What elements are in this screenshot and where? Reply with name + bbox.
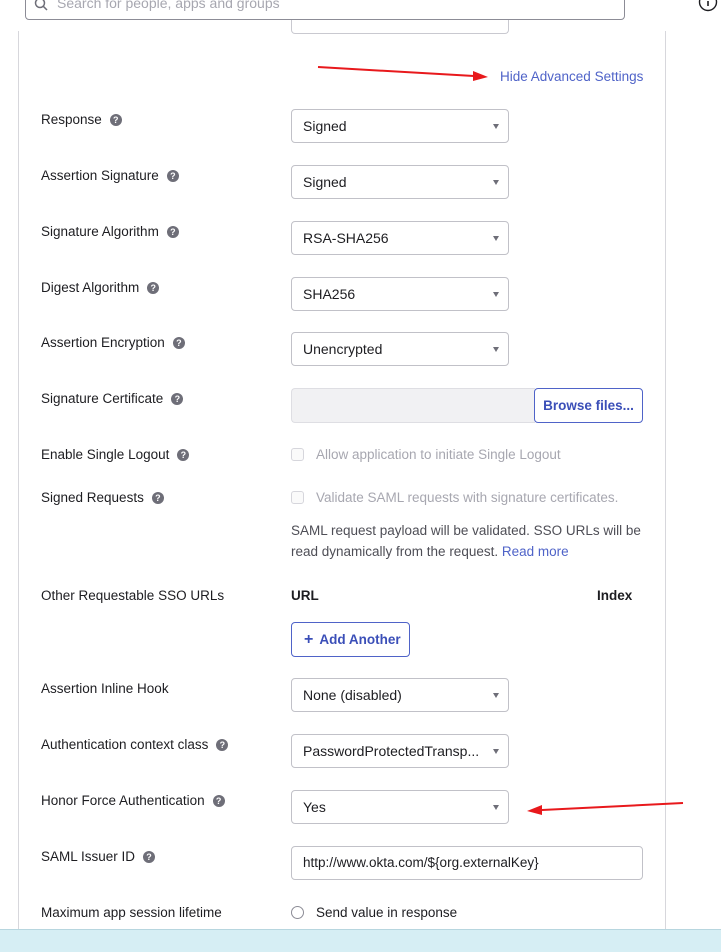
single-logout-label: Enable Single Logout? — [41, 447, 190, 462]
add-another-button[interactable]: + Add Another — [291, 622, 410, 657]
signed-requests-checkbox-label: Validate SAML requests with signature ce… — [316, 490, 619, 505]
question-icon[interactable]: ? — [147, 282, 160, 294]
help-circle-icon[interactable] — [698, 0, 718, 12]
chevron-down-icon — [493, 236, 499, 241]
index-column-header: Index — [597, 588, 633, 603]
honor-force-auth-select[interactable]: Yes — [291, 790, 509, 824]
signed-requests-help: SAML request payload will be validated. … — [291, 523, 641, 559]
search-placeholder: Search for people, apps and groups — [57, 0, 280, 11]
response-select[interactable]: Signed — [291, 109, 509, 143]
plus-icon: + — [304, 631, 314, 648]
saml-issuer-id-label: SAML Issuer ID? — [41, 849, 156, 864]
question-icon[interactable]: ? — [151, 492, 164, 504]
chevron-down-icon — [493, 180, 499, 185]
max-session-lifetime-label: Maximum app session lifetime — [41, 905, 222, 920]
chevron-down-icon — [493, 347, 499, 352]
response-label: Response? — [41, 112, 122, 127]
question-icon[interactable]: ? — [166, 226, 179, 238]
question-icon[interactable]: ? — [212, 795, 225, 807]
digest-algorithm-select[interactable]: SHA256 — [291, 277, 509, 311]
read-more-link[interactable]: Read more — [502, 544, 569, 559]
browse-files-button[interactable]: Browse files... — [534, 388, 643, 423]
question-icon[interactable]: ? — [172, 337, 185, 349]
search-icon — [34, 0, 48, 11]
signed-requests-checkbox[interactable] — [291, 491, 304, 504]
bottom-bar — [0, 929, 721, 952]
chevron-down-icon — [493, 749, 499, 754]
url-column-header: URL — [291, 588, 319, 603]
question-icon[interactable]: ? — [171, 393, 184, 405]
single-logout-checkbox[interactable] — [291, 448, 304, 461]
search-input[interactable]: Search for people, apps and groups — [25, 0, 625, 20]
signed-requests-label: Signed Requests? — [41, 490, 164, 505]
send-value-checkbox[interactable] — [291, 906, 304, 919]
signature-certificate-label: Signature Certificate? — [41, 391, 184, 406]
assertion-signature-select[interactable]: Signed — [291, 165, 509, 199]
assertion-inline-hook-label: Assertion Inline Hook — [41, 681, 169, 696]
certificate-file-field[interactable] — [291, 388, 535, 423]
assertion-encryption-select[interactable]: Unencrypted — [291, 332, 509, 366]
signature-algorithm-select[interactable]: RSA-SHA256 — [291, 221, 509, 255]
saml-issuer-id-input[interactable]: http://www.okta.com/${org.externalKey} — [291, 846, 643, 880]
digest-algorithm-label: Digest Algorithm? — [41, 280, 160, 295]
chevron-down-icon — [493, 805, 499, 810]
other-sso-urls-label: Other Requestable SSO URLs — [41, 588, 225, 603]
auth-context-class-select[interactable]: PasswordProtectedTransp... — [291, 734, 509, 768]
chevron-down-icon — [493, 693, 499, 698]
question-icon[interactable]: ? — [216, 739, 229, 751]
question-icon[interactable]: ? — [143, 851, 156, 863]
send-value-checkbox-label: Send value in response — [316, 905, 458, 920]
assertion-encryption-label: Assertion Encryption? — [41, 335, 185, 350]
honor-force-auth-label: Honor Force Authentication? — [41, 793, 225, 808]
single-logout-checkbox-label: Allow application to initiate Single Log… — [316, 447, 561, 462]
assertion-signature-label: Assertion Signature? — [41, 168, 179, 183]
chevron-down-icon — [493, 292, 499, 297]
auth-context-class-label: Authentication context class? — [41, 737, 229, 752]
signature-algorithm-label: Signature Algorithm? — [41, 224, 179, 239]
question-icon[interactable]: ? — [166, 170, 179, 182]
chevron-down-icon — [493, 124, 499, 129]
hide-advanced-settings-link[interactable]: Hide Advanced Settings — [500, 69, 643, 84]
previous-field-bottom — [291, 20, 509, 34]
question-icon[interactable]: ? — [109, 114, 122, 126]
assertion-inline-hook-select[interactable]: None (disabled) — [291, 678, 509, 712]
question-icon[interactable]: ? — [177, 449, 190, 461]
